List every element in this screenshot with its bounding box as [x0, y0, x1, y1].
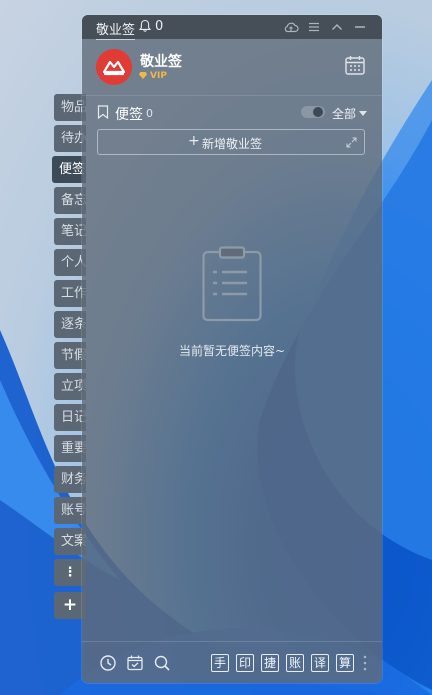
more-vertical-icon[interactable]: [363, 655, 367, 671]
clock-icon[interactable]: [99, 654, 117, 672]
user-name[interactable]: 敬业签: [140, 51, 182, 71]
empty-state-text: 当前暂无便签内容~: [178, 344, 286, 358]
tool-button[interactable]: 印: [236, 654, 254, 672]
tool-button[interactable]: 算: [336, 654, 354, 672]
notification-count: 0: [155, 19, 164, 34]
notes-panel: 敬业签 0 敬业签 VIP 便签 0 全部 + 新增敬业签 当前暂无便签内容~ …: [82, 15, 382, 683]
avatar[interactable]: [96, 49, 132, 85]
menu-icon[interactable]: [306, 19, 322, 35]
bookmark-icon: [97, 105, 109, 119]
app-title[interactable]: 敬业签: [96, 19, 136, 40]
tool-button[interactable]: 译: [311, 654, 329, 672]
tool-button[interactable]: 捷: [261, 654, 279, 672]
tool-button[interactable]: 手: [211, 654, 229, 672]
search-icon[interactable]: [153, 654, 171, 672]
section-title: 便签: [115, 107, 143, 123]
plus-icon: +: [188, 133, 200, 149]
collapse-icon[interactable]: [329, 19, 345, 35]
view-toggle[interactable]: [301, 106, 325, 118]
tool-button[interactable]: 账: [286, 654, 304, 672]
minimize-icon[interactable]: [352, 19, 368, 35]
title-bar: 敬业签 0: [82, 15, 382, 40]
expand-icon[interactable]: [346, 137, 357, 148]
empty-clipboard-icon: [202, 246, 262, 322]
add-note-label: 新增敬业签: [202, 137, 263, 151]
bell-icon[interactable]: [138, 19, 152, 33]
cloud-sync-icon[interactable]: [283, 19, 299, 35]
notes-section-header: 便签 0 全部: [82, 103, 382, 125]
side-tab-item-active[interactable]: 便签: [52, 156, 86, 183]
diamond-icon: [139, 72, 147, 79]
calendar-icon[interactable]: [344, 54, 366, 76]
vip-badge[interactable]: VIP: [139, 71, 167, 81]
task-check-icon[interactable]: [126, 654, 144, 672]
section-count: 0: [146, 107, 153, 120]
vip-label: VIP: [150, 71, 167, 81]
bottom-toolbar: 手 印 捷 账 译 算: [82, 641, 382, 683]
filter-dropdown[interactable]: 全部: [332, 105, 356, 122]
chevron-down-icon[interactable]: [359, 111, 367, 116]
add-note-button[interactable]: + 新增敬业签: [97, 129, 365, 155]
profile-header: 敬业签 VIP: [82, 39, 382, 96]
app-logo-icon: [102, 60, 126, 76]
